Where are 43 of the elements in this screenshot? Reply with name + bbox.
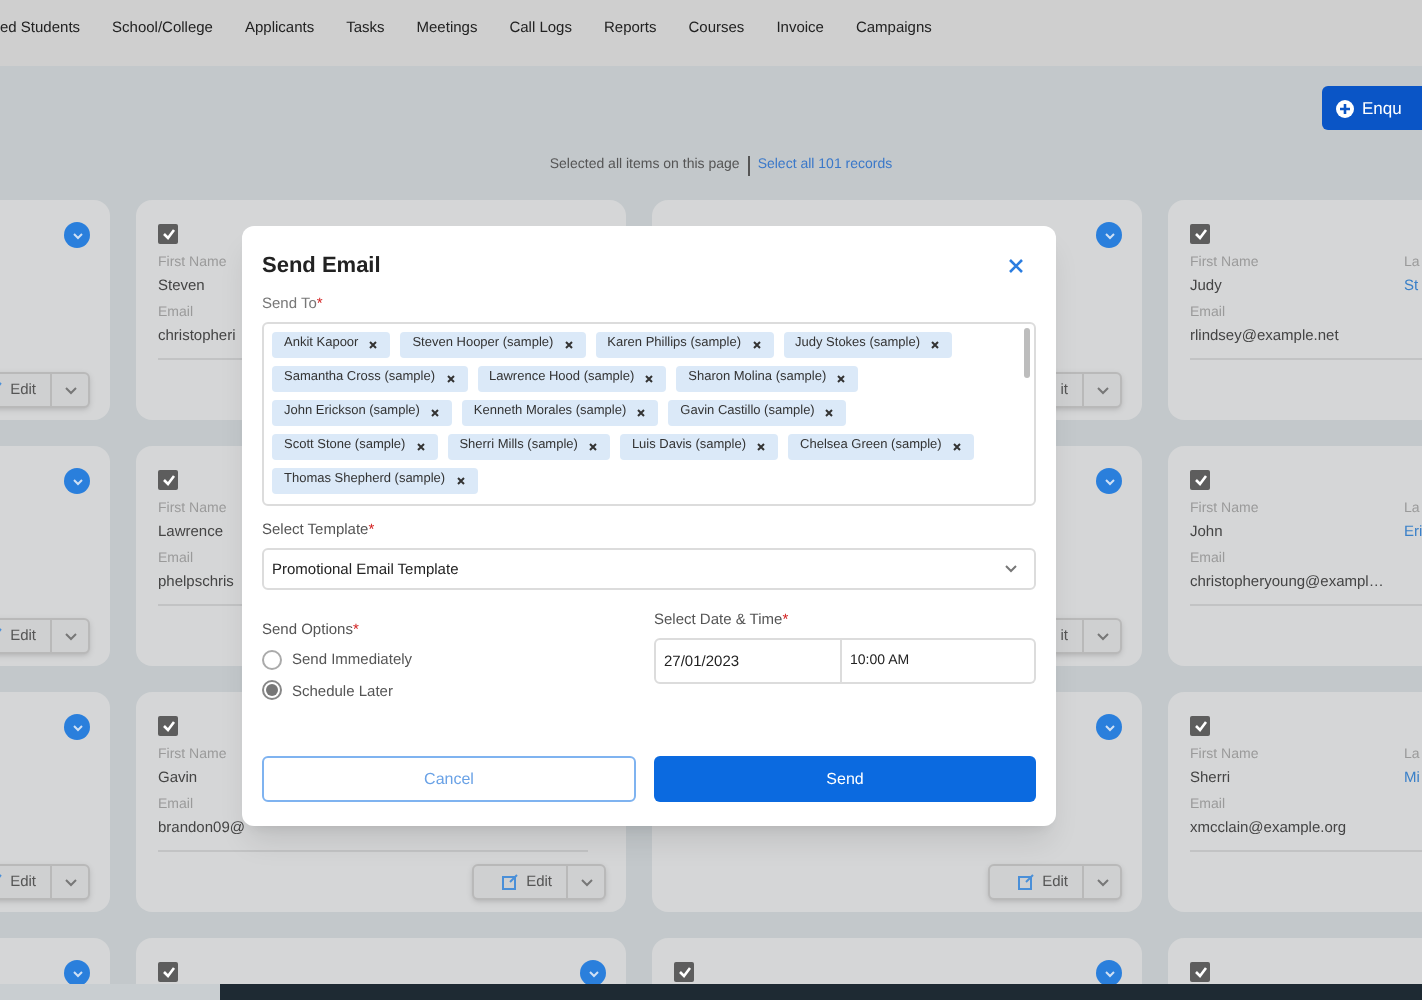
checkbox[interactable] — [1190, 716, 1210, 736]
remove-icon[interactable] — [445, 373, 455, 384]
add-enquiry-button[interactable]: Enqu — [1322, 86, 1422, 130]
remove-icon[interactable] — [587, 441, 598, 452]
radio-button[interactable] — [262, 649, 282, 670]
send-button[interactable]: Send — [654, 756, 1036, 802]
caret-icon — [1004, 564, 1018, 574]
remove-icon[interactable] — [756, 441, 767, 452]
remove-icon[interactable] — [951, 441, 962, 452]
checkbox[interactable] — [158, 962, 178, 982]
caret-icon — [579, 877, 593, 887]
caret-icon — [63, 877, 77, 887]
plus-circle-icon — [1336, 99, 1354, 117]
checkbox[interactable] — [1190, 470, 1210, 490]
checkbox[interactable] — [674, 962, 694, 982]
remove-icon[interactable] — [836, 373, 847, 384]
remove-icon[interactable] — [415, 441, 426, 452]
remove-icon[interactable] — [751, 339, 762, 350]
checkbox[interactable] — [1190, 962, 1210, 982]
caret-icon — [1095, 877, 1109, 887]
caret-icon — [63, 631, 77, 641]
remove-icon[interactable] — [368, 339, 379, 350]
remove-icon[interactable] — [429, 407, 440, 418]
remove-icon[interactable] — [644, 373, 655, 384]
checkbox[interactable] — [158, 224, 178, 244]
caret-icon — [1095, 631, 1109, 641]
checkbox[interactable] — [1190, 224, 1210, 244]
remove-icon[interactable] — [930, 339, 941, 350]
close-icon[interactable] — [1008, 258, 1024, 275]
caret-icon — [1095, 385, 1109, 395]
edit-icon — [1018, 874, 1035, 890]
checkbox[interactable] — [158, 716, 178, 736]
remove-icon[interactable] — [636, 407, 647, 418]
recipients-field[interactable] — [262, 321, 1036, 506]
checkbox[interactable] — [158, 470, 178, 490]
edit-icon — [502, 874, 519, 890]
remove-icon[interactable] — [563, 339, 574, 350]
caret-icon — [63, 385, 77, 395]
dialog-title: Send Email — [262, 252, 381, 282]
scrollbar[interactable] — [1024, 327, 1030, 378]
remove-icon[interactable] — [455, 475, 466, 486]
radio-button[interactable] — [262, 680, 282, 701]
remove-icon[interactable] — [824, 407, 835, 418]
